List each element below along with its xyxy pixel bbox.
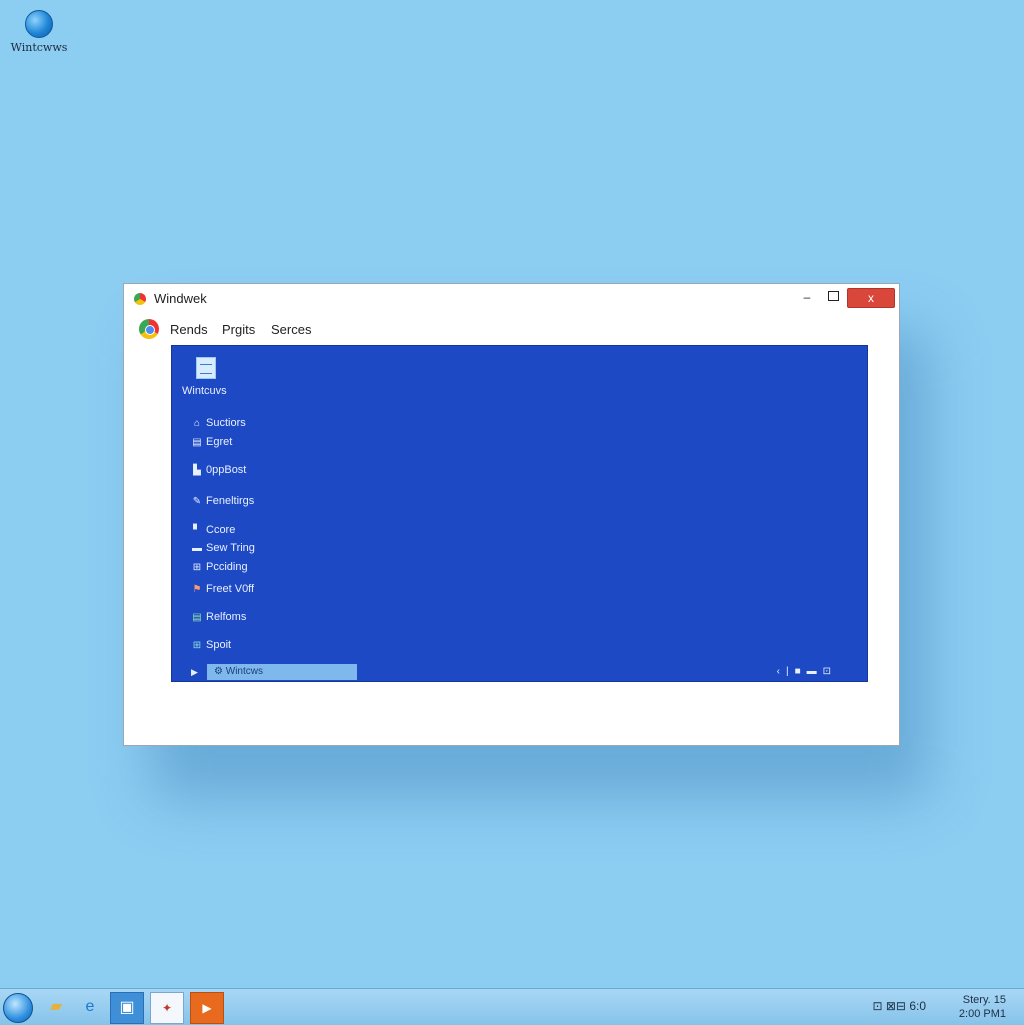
- maximize-icon: [827, 291, 839, 301]
- nav-item[interactable]: ✎ Feneltirgs: [191, 495, 255, 507]
- globe-icon: [25, 10, 53, 38]
- back-icon[interactable]: ‹: [777, 666, 786, 677]
- menu-item-serces[interactable]: Serces: [271, 322, 311, 337]
- calendar-icon[interactable]: ⊡: [823, 666, 837, 677]
- nav-item[interactable]: ⊞ Spoit: [191, 639, 231, 651]
- app-window: Windwek – x Rends Prgits Serces Wintcuvs…: [123, 283, 900, 746]
- nav-item[interactable]: ▙ 0ppBost: [191, 464, 246, 476]
- nav-item[interactable]: ▤ Egret: [191, 436, 232, 448]
- minimize-button[interactable]: –: [795, 288, 819, 306]
- app-icon: [134, 293, 146, 305]
- window-title: Windwek: [154, 291, 207, 306]
- nav-item[interactable]: ▬ Sew Tring: [191, 542, 255, 554]
- folder-icon[interactable]: ▰: [40, 992, 72, 1022]
- list-icon: ▤: [192, 612, 202, 623]
- desktop-icon-label: Wintcwws: [10, 41, 68, 54]
- card-icon[interactable]: ▬: [807, 666, 823, 677]
- list-icon: ▤: [192, 437, 202, 448]
- grid-icon: ⊞: [192, 562, 202, 573]
- toolbar-icons: ‹|■▬⊡: [777, 666, 837, 677]
- bookmark-icon: ▙: [193, 465, 201, 476]
- separator-icon: |: [785, 666, 795, 677]
- clock[interactable]: Stery. 15 2:00 PM1: [959, 993, 1006, 1021]
- content-header-label: Wintcuvs: [182, 385, 227, 397]
- flag-icon: ⚑: [192, 584, 202, 595]
- nav-item[interactable]: ⊞ Pcciding: [191, 561, 248, 573]
- menu-item-prgits[interactable]: Prgits: [222, 322, 255, 337]
- content-panel: Wintcuvs ⌂ Suctiors ▤ Egret ▙ 0ppBost ✎ Fene…: [171, 345, 868, 682]
- clock-line-1: Stery. 15: [962, 994, 1006, 1006]
- close-button[interactable]: x: [847, 288, 895, 308]
- wrench-icon: ✎: [192, 496, 202, 507]
- document-icon: ▘: [193, 525, 201, 536]
- maximize-button[interactable]: [821, 288, 845, 306]
- browser-icon[interactable]: e: [74, 992, 106, 1022]
- taskbar: ▰ e ▣ ✦ ▶ ⊡ ⊠⊟ 6:0 Stery. 15 2:00 PM1: [0, 988, 1024, 1025]
- nav-item[interactable]: ▘ Ccore: [191, 524, 235, 536]
- browser-logo-icon[interactable]: [139, 319, 159, 339]
- nav-item[interactable]: ▤ Relfoms: [191, 611, 246, 623]
- system-tray[interactable]: ⊡ ⊠⊟ 6:0: [872, 999, 926, 1013]
- gear-icon: ⚙: [214, 666, 226, 677]
- window-icon: ▬: [192, 543, 202, 554]
- start-button[interactable]: [3, 993, 33, 1023]
- media-player-icon[interactable]: ▶: [190, 992, 224, 1024]
- grid-icon: ⊞: [192, 640, 202, 651]
- nav-item[interactable]: ⌂ Suctiors: [191, 417, 246, 429]
- store-icon[interactable]: ▣: [110, 992, 144, 1024]
- clock-line-2: 2:00 PM1: [958, 1008, 1006, 1020]
- title-bar[interactable]: Windwek – x: [124, 284, 899, 314]
- spreadsheet-icon[interactable]: [196, 357, 216, 379]
- active-app-icon[interactable]: ✦: [150, 992, 184, 1024]
- expand-arrow-icon[interactable]: ▶: [191, 667, 198, 678]
- chat-icon[interactable]: ■: [795, 666, 807, 677]
- home-icon: ⌂: [193, 418, 201, 429]
- nav-item[interactable]: ⚑ Freet V0ff: [191, 583, 255, 595]
- menu-item-rends[interactable]: Rends: [170, 322, 208, 337]
- menu-bar: Rends Prgits Serces: [124, 314, 899, 346]
- status-field[interactable]: ⚙ Wintcws: [207, 664, 357, 680]
- desktop-icon[interactable]: Wintcwws: [8, 10, 70, 54]
